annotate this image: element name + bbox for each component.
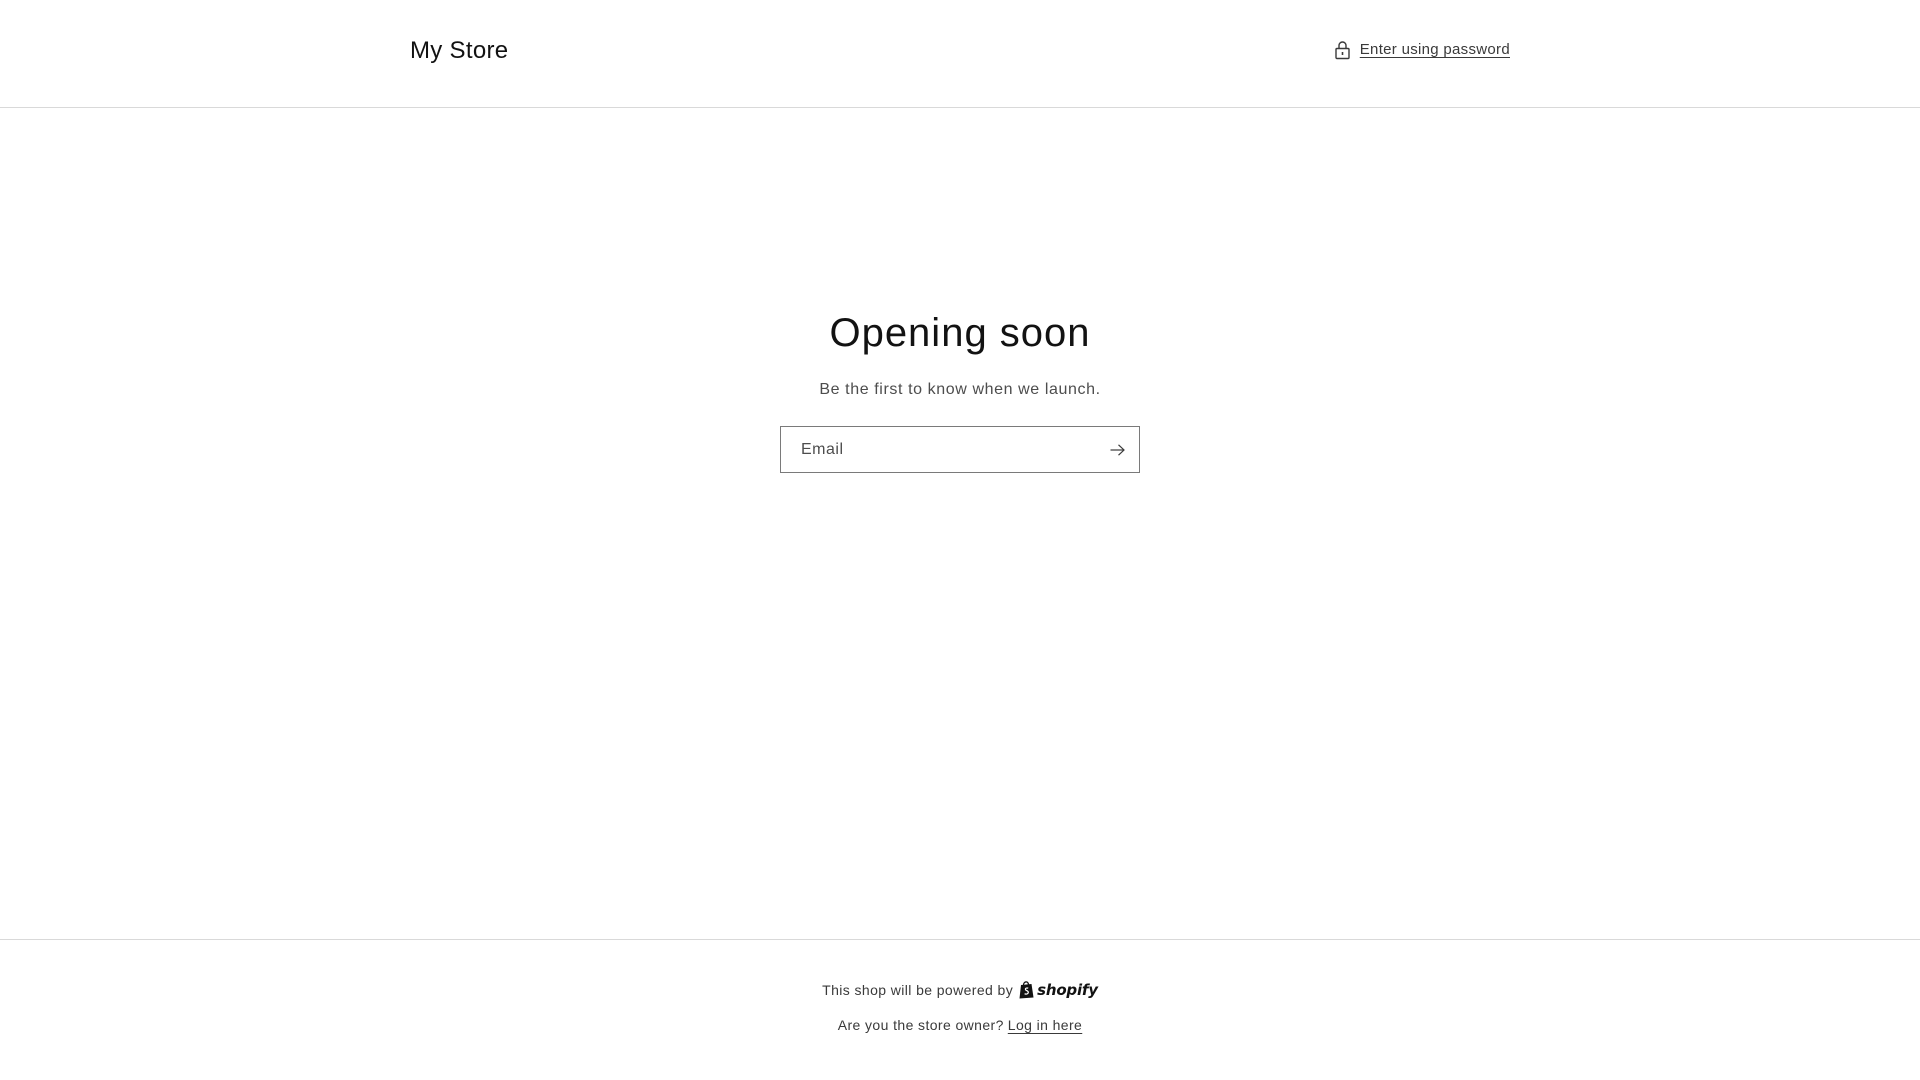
enter-password-label: Enter using password	[1359, 41, 1510, 58]
main-content: Opening soon Be the first to know when w…	[0, 108, 1920, 939]
shopify-logo-link[interactable]: shopify	[1018, 980, 1098, 999]
store-title[interactable]: My Store	[410, 36, 508, 66]
site-footer: This shop will be powered by shopify Are…	[0, 939, 1920, 1080]
shopify-wordmark: shopify	[1037, 980, 1098, 999]
subscribe-button[interactable]	[1095, 427, 1139, 472]
enter-password-link[interactable]: Enter using password	[1334, 40, 1510, 60]
shopify-bag-icon	[1018, 980, 1035, 999]
page-subtext: Be the first to know when we launch.	[819, 381, 1101, 398]
powered-by-text: This shop will be powered by	[822, 981, 1014, 998]
site-header: My Store Enter using password	[0, 0, 1920, 108]
login-link[interactable]: Log in here	[1008, 1017, 1082, 1033]
owner-question: Are you the store owner?	[837, 1017, 1004, 1033]
email-input[interactable]	[781, 427, 1095, 472]
page-heading: Opening soon	[829, 311, 1091, 355]
store-owner-line: Are you the store owner? Log in here	[0, 1017, 1920, 1033]
arrow-right-icon	[1110, 443, 1125, 456]
powered-by-line: This shop will be powered by shopify	[0, 980, 1920, 999]
lock-icon	[1334, 40, 1351, 60]
password-page: My Store Enter using password Opening so…	[0, 0, 1920, 1080]
newsletter-form	[780, 426, 1140, 473]
